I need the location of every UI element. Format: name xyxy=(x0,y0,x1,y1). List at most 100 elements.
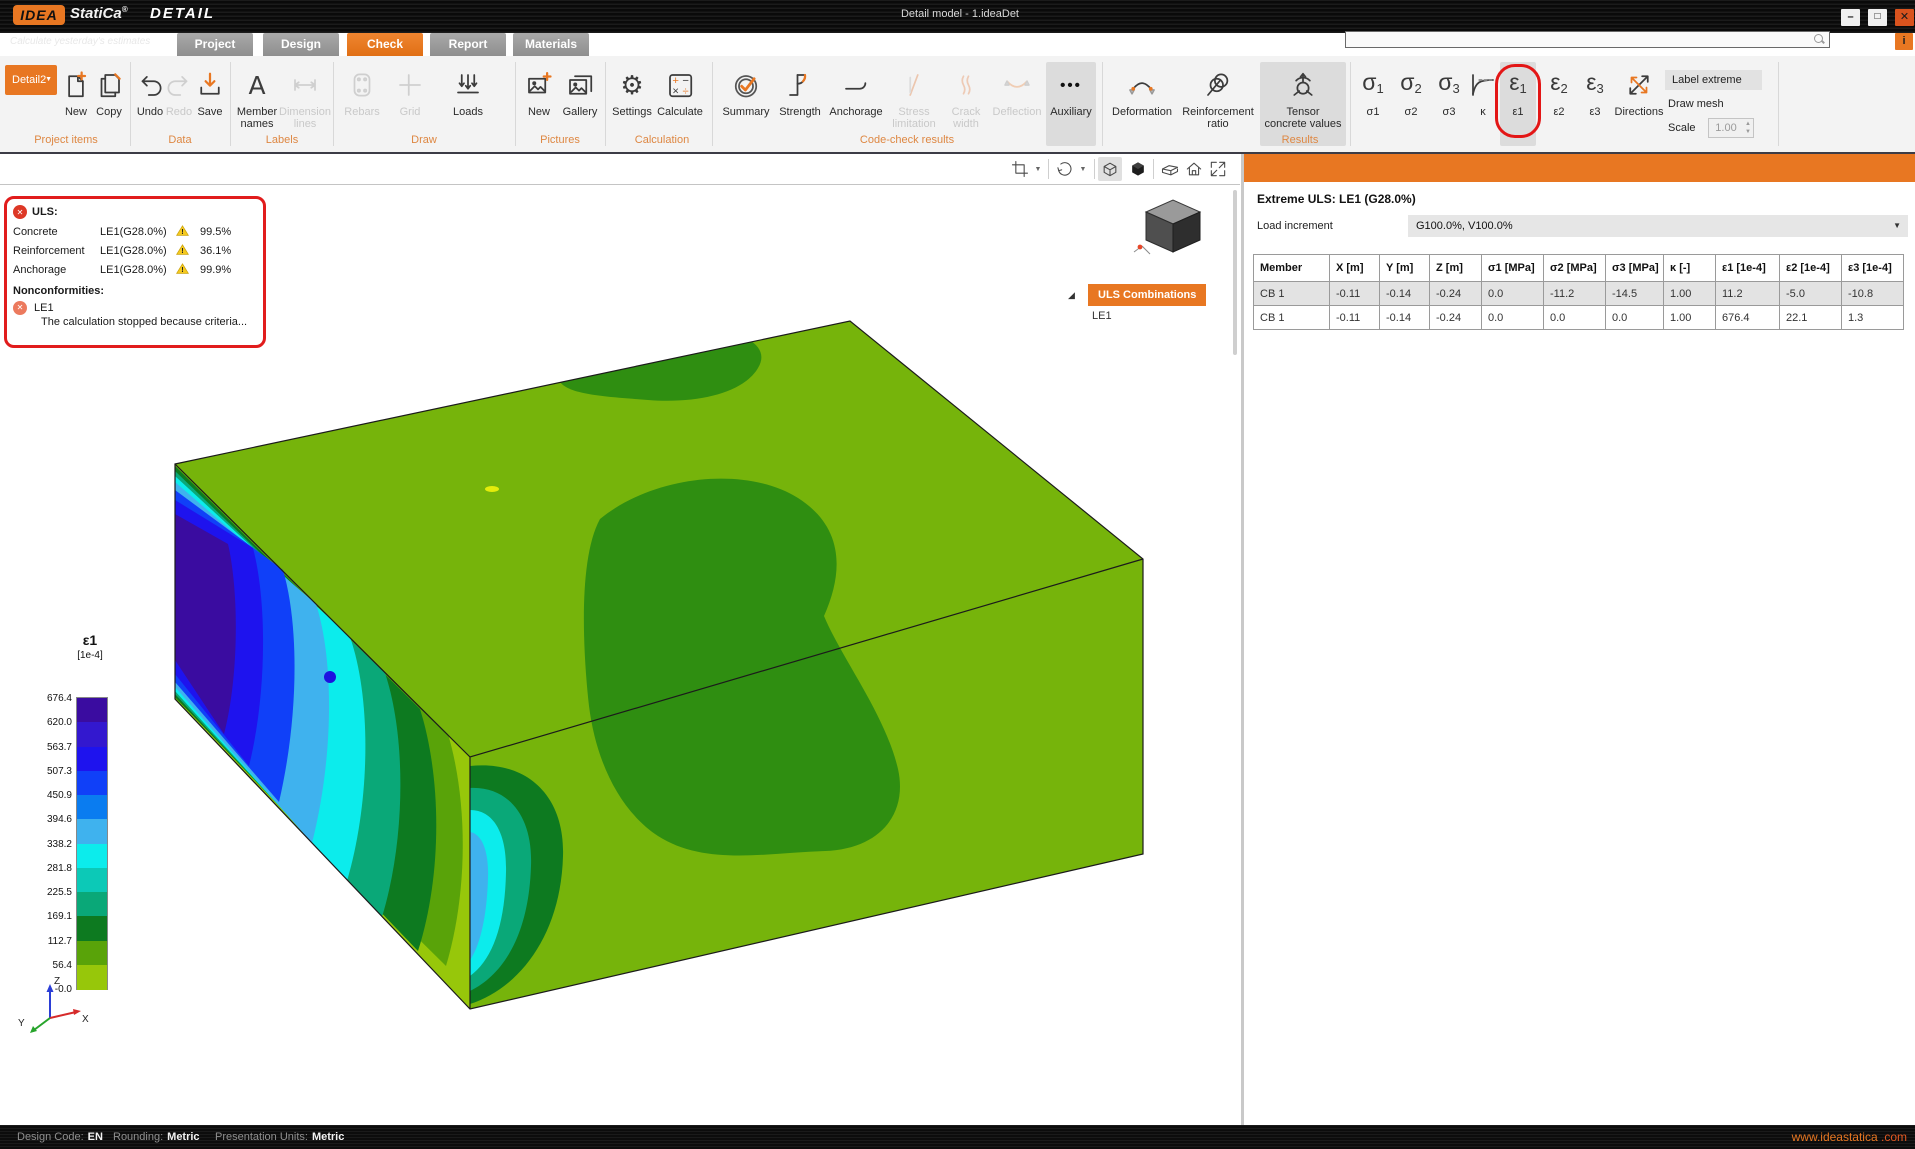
warning-icon: ! xyxy=(176,244,189,255)
legend-unit: [1e-4] xyxy=(60,650,120,661)
legend-value-label: 225.5 xyxy=(26,887,72,898)
epsilon1-glyph: ε1 xyxy=(1509,64,1527,106)
column-header[interactable]: ε2 [1e-4] xyxy=(1780,255,1842,282)
tab-project[interactable]: Project xyxy=(177,33,253,56)
column-header[interactable]: ε1 [1e-4] xyxy=(1716,255,1780,282)
epsilon2-button[interactable]: ε2 ε2 xyxy=(1543,62,1575,146)
model-faces xyxy=(175,321,1143,1009)
table-cell: -0.11 xyxy=(1330,306,1380,330)
model-viewport[interactable]: ▼ ▼ xyxy=(0,154,1240,1125)
draw-mesh-toggle[interactable]: Draw mesh xyxy=(1668,98,1724,110)
legend-value-label: 507.3 xyxy=(26,766,72,777)
directions-button[interactable]: Directions xyxy=(1612,62,1666,146)
legend-color-band xyxy=(77,844,107,869)
axis-z-label: Z xyxy=(54,976,60,987)
stress-icon xyxy=(899,64,929,106)
image-plus-icon xyxy=(524,64,554,106)
column-header[interactable]: σ2 [MPa] xyxy=(1544,255,1606,282)
maximize-button[interactable]: □ xyxy=(1868,9,1887,26)
redo-icon xyxy=(164,64,194,106)
loads-button[interactable]: Loads xyxy=(438,62,498,146)
minimize-button[interactable]: – xyxy=(1841,9,1860,26)
sigma3-glyph: σ3 xyxy=(1438,64,1459,106)
strength-button[interactable]: Strength xyxy=(776,62,824,146)
uls-summary-box: ✕ ULS: ConcreteLE1(G28.0%)!99.5%Reinforc… xyxy=(4,196,266,348)
sigma2-button[interactable]: σ2 σ2 xyxy=(1394,62,1428,146)
save-icon xyxy=(195,64,225,106)
status-bar: Design Code:ENRounding:MetricPresentatio… xyxy=(0,1125,1915,1149)
reinforcement-ratio-button[interactable]: Reinforcement ratio xyxy=(1180,62,1256,146)
uls-combinations-header[interactable]: ULS Combinations xyxy=(1088,284,1206,306)
combinations-scrollbar[interactable] xyxy=(1233,190,1237,355)
legend-title: ε1 xyxy=(60,632,120,648)
info-button[interactable]: i xyxy=(1895,33,1913,50)
table-cell: 1.3 xyxy=(1842,306,1904,330)
column-header[interactable]: ε3 [1e-4] xyxy=(1842,255,1904,282)
save-button[interactable]: Save xyxy=(194,62,226,146)
column-header[interactable]: κ [-] xyxy=(1664,255,1716,282)
deformation-button[interactable]: Deformation xyxy=(1108,62,1176,146)
table-cell: 0.0 xyxy=(1482,282,1544,306)
spinner-arrows-icon[interactable]: ▲▼ xyxy=(1745,120,1751,136)
check-value: 99.5% xyxy=(200,226,231,238)
tab-check[interactable]: Check xyxy=(347,33,423,56)
website-link[interactable]: www.ideastatica .com xyxy=(1792,1125,1907,1149)
search-box[interactable] xyxy=(1345,31,1830,48)
table-cell: 0.0 xyxy=(1482,306,1544,330)
close-button[interactable]: ✕ xyxy=(1895,9,1914,26)
sigma3-button[interactable]: σ3 σ3 xyxy=(1432,62,1466,146)
table-cell: 22.1 xyxy=(1780,306,1842,330)
tab-design[interactable]: Design xyxy=(263,33,339,56)
tab-report[interactable]: Report xyxy=(430,33,506,56)
column-header[interactable]: Z [m] xyxy=(1430,255,1482,282)
tab-materials[interactable]: Materials xyxy=(513,33,589,56)
anchorage-icon xyxy=(841,64,871,106)
load-increment-select[interactable]: G100.0%, V100.0% ▼ xyxy=(1408,215,1908,237)
label-extreme-toggle[interactable]: Label extreme xyxy=(1665,70,1762,90)
legend-color-band xyxy=(77,698,107,723)
undo-button[interactable]: Undo xyxy=(134,62,166,146)
check-name: Concrete xyxy=(13,226,100,238)
table-row[interactable]: CB 1-0.11-0.14-0.240.00.00.01.00676.422.… xyxy=(1254,306,1904,330)
column-header[interactable]: σ3 [MPa] xyxy=(1606,255,1664,282)
warning-icon: ! xyxy=(176,225,189,236)
auxiliary-button[interactable]: ••• Auxiliary xyxy=(1046,62,1096,146)
nonconformity-item[interactable]: ✕ LE1 xyxy=(13,299,257,316)
statica-logo: StatiCa® xyxy=(70,5,128,22)
legend-value-label: 281.8 xyxy=(26,863,72,874)
check-value: 99.9% xyxy=(200,264,231,276)
group-label-labels: Labels xyxy=(266,134,298,146)
nonconformity-name: LE1 xyxy=(34,302,54,314)
expander-icon[interactable]: ◢ xyxy=(1068,290,1075,301)
table-row[interactable]: CB 1-0.11-0.14-0.240.0-11.2-14.51.0011.2… xyxy=(1254,282,1904,306)
column-header[interactable]: Member xyxy=(1254,255,1330,282)
rebars-icon xyxy=(347,64,377,106)
combination-item[interactable]: LE1 xyxy=(1092,310,1112,322)
sigma1-button[interactable]: σ1 σ1 xyxy=(1356,62,1390,146)
summary-check-icon xyxy=(731,64,761,106)
results-table: MemberX [m]Y [m]Z [m]σ1 [MPa]σ2 [MPa]σ3 … xyxy=(1253,254,1904,330)
warning-icon: ! xyxy=(176,263,189,274)
epsilon1-button[interactable]: ε1 ε1 xyxy=(1500,62,1536,146)
project-item-select[interactable]: Detail2▼ xyxy=(5,65,57,95)
strength-icon xyxy=(785,64,815,106)
gear-icon: ⚙ xyxy=(620,64,643,106)
epsilon3-button[interactable]: ε3 ε3 xyxy=(1578,62,1612,146)
ellipsis-icon: ••• xyxy=(1060,64,1082,106)
column-header[interactable]: Y [m] xyxy=(1380,255,1430,282)
cube-origin-dot xyxy=(1138,245,1143,250)
search-input[interactable] xyxy=(1350,32,1808,47)
scale-spinner[interactable]: 1.00 ▲▼ xyxy=(1708,118,1754,138)
epsilon2-glyph: ε2 xyxy=(1550,64,1568,106)
navigation-cube[interactable] xyxy=(1128,190,1218,260)
summary-button[interactable]: Summary xyxy=(720,62,772,146)
column-header[interactable]: σ1 [MPa] xyxy=(1482,255,1544,282)
column-header[interactable]: X [m] xyxy=(1330,255,1380,282)
kappa-button[interactable]: κ xyxy=(1468,62,1498,146)
table-header-row: MemberX [m]Y [m]Z [m]σ1 [MPa]σ2 [MPa]σ3 … xyxy=(1254,255,1904,282)
error-icon: ✕ xyxy=(13,205,27,219)
kappa-curve-icon xyxy=(1468,64,1498,106)
extreme-uls-title: Extreme ULS: LE1 (G28.0%) xyxy=(1257,192,1416,206)
legend-value-label: 450.9 xyxy=(26,790,72,801)
table-cell: -5.0 xyxy=(1780,282,1842,306)
